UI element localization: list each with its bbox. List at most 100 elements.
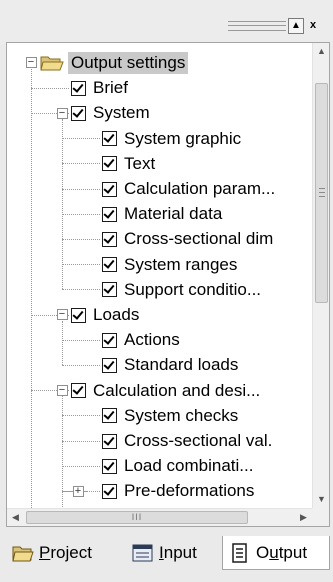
tree-connector-line — [62, 465, 100, 467]
tab-label-accesskey: u — [269, 542, 279, 562]
tree-item-label: System — [93, 103, 150, 123]
tree-item-label: Cross-sectional val. — [124, 431, 273, 450]
tree-item-system-child-checkbox[interactable] — [102, 231, 117, 247]
expand-toggle-icon[interactable]: + — [72, 485, 84, 497]
tree-connector-line — [62, 239, 100, 240]
tree-connector-line — [62, 188, 100, 190]
tree-item-calculation-child[interactable]: Pre-deformations — [102, 478, 257, 504]
tab-label-part: nput — [163, 543, 197, 562]
tree-item-calculation-child-checkbox[interactable] — [102, 483, 117, 499]
tree-item-system-child-checkbox[interactable] — [102, 131, 117, 147]
tree-item-system-child[interactable]: Calculation param... — [102, 176, 278, 202]
tree-item-system-child[interactable]: Material data — [102, 201, 225, 227]
tree-connector-line — [62, 264, 100, 266]
collapse-toggle-icon[interactable]: − — [56, 384, 68, 396]
tree-item-label: Pre-deformations — [124, 481, 255, 501]
tree-item-system-child-checkbox[interactable] — [102, 206, 117, 222]
tree-item-label: Material data — [124, 204, 223, 224]
tree-item-system-child-checkbox[interactable] — [102, 181, 117, 197]
tree-item-calculation-checkbox[interactable] — [71, 383, 86, 399]
tree-connector-line — [62, 491, 63, 508]
tree-item-system-child-checkbox[interactable] — [102, 257, 117, 273]
tree-item-brief-checkbox[interactable] — [71, 80, 86, 96]
navigator-tabs: Project Input Output — [0, 532, 333, 582]
input-form-icon — [132, 543, 154, 563]
vertical-scrollbar[interactable]: ▲ ▼ — [312, 43, 329, 508]
tree-item-label: Loads — [93, 305, 140, 324]
tree-item-label: System checks — [124, 405, 239, 425]
tree-connector-line — [62, 339, 100, 341]
titlebar-grip[interactable] — [228, 21, 286, 31]
tree-item-system-child[interactable]: System ranges — [102, 252, 240, 278]
tree-connector-line — [62, 365, 100, 366]
tree-item-label: System ranges — [124, 254, 238, 274]
horizontal-scrollbar[interactable]: ◀ III ▶ — [7, 508, 312, 526]
tree-item-calculation-child-checkbox[interactable] — [102, 433, 117, 449]
output-tree-panel: Output settings Brief System System graphic… — [6, 42, 330, 527]
tree-item-loads-child[interactable]: Standard loads — [102, 352, 241, 378]
tree-connector-line — [62, 163, 100, 165]
tree-connector-line — [62, 440, 100, 442]
tree-item-loads-child-checkbox[interactable] — [102, 357, 117, 373]
tree-item-loads-checkbox[interactable] — [71, 307, 86, 323]
tab-label-accesskey: P — [39, 543, 51, 562]
scrollbar-corner — [312, 508, 329, 526]
tab-project[interactable]: Project — [6, 536, 126, 570]
tab-label-part: roject — [50, 543, 92, 562]
tree-item-label: Brief — [93, 78, 128, 98]
folder-open-icon — [40, 54, 64, 72]
tree-item-calculation-child-checkbox[interactable] — [102, 408, 117, 424]
tree-connector-line — [62, 396, 63, 491]
tree-item-calculation[interactable]: Calculation and desi... — [71, 378, 263, 404]
tree-item-system-child-checkbox[interactable] — [102, 156, 117, 172]
tab-output[interactable]: Output — [222, 536, 330, 570]
scroll-down-arrow-icon[interactable]: ▼ — [313, 491, 330, 508]
tree-item-label: Text — [124, 153, 156, 173]
tab-label-part: O — [256, 542, 270, 562]
tab-label-part: tput — [278, 542, 308, 562]
navigator-window: ▲ x Output settings Brief System System gra… — [0, 0, 333, 582]
tree-item-loads[interactable]: Loads — [71, 302, 142, 328]
tree-connector-line — [62, 289, 100, 291]
tree-item-system[interactable]: System — [71, 100, 153, 126]
tree-item-system-child[interactable]: Text — [102, 151, 158, 177]
tree-item-calculation-child-checkbox[interactable] — [102, 458, 117, 474]
tree-connector-line — [62, 213, 100, 215]
tree-item-label: Actions — [124, 330, 180, 350]
folder-open-icon — [12, 543, 34, 563]
tab-label: Project — [39, 543, 92, 563]
tree-item-label: Calculation and desi... — [93, 380, 261, 400]
tree-item-loads-child[interactable]: Actions — [102, 327, 183, 353]
tree-connector-line — [31, 87, 69, 89]
tab-label: Input — [159, 543, 197, 563]
tree-item-system-child-checkbox[interactable] — [102, 282, 117, 298]
tree-item-label: Calculation param... — [124, 179, 276, 198]
tree-connector-line — [31, 68, 32, 508]
tree-item-system-checkbox[interactable] — [71, 105, 86, 121]
collapse-toggle-icon[interactable]: − — [56, 107, 68, 119]
collapse-toggle-icon[interactable]: − — [25, 57, 37, 69]
scroll-up-button[interactable]: ▲ — [288, 18, 304, 34]
scroll-left-arrow-icon[interactable]: ◀ — [7, 509, 24, 526]
vertical-scroll-thumb[interactable] — [315, 83, 328, 303]
tree-item-calculation-child[interactable]: Load combinati... — [102, 453, 256, 479]
tree-item-system-child[interactable]: Support conditio... — [102, 277, 264, 303]
tree-item-label: Cross-sectional dim — [124, 229, 274, 249]
tree-item-brief[interactable]: Brief — [71, 75, 131, 101]
tab-input[interactable]: Input — [126, 536, 221, 570]
tree-item-calculation-child[interactable]: System checks — [102, 403, 241, 429]
scroll-up-arrow-icon[interactable]: ▲ — [313, 43, 330, 60]
tree-item-calculation-child[interactable]: Cross-sectional val. — [102, 428, 275, 454]
tree-item-loads-child-checkbox[interactable] — [102, 332, 117, 348]
tab-label: Output — [256, 543, 307, 563]
collapse-toggle-icon[interactable]: − — [56, 309, 68, 321]
close-button[interactable]: x — [305, 18, 321, 34]
tree-item-system-child[interactable]: System graphic — [102, 126, 244, 152]
horizontal-scroll-thumb[interactable]: III — [26, 511, 248, 524]
tree-item-label: Load combinati... — [124, 456, 254, 476]
tree-item-output-settings[interactable]: Output settings — [40, 50, 189, 76]
tree-item-system-child[interactable]: Cross-sectional dim — [102, 226, 276, 252]
output-settings-tree: Output settings Brief System System graphic… — [7, 43, 312, 508]
tree-item-label: Standard loads — [124, 355, 239, 375]
scroll-right-arrow-icon[interactable]: ▶ — [295, 509, 312, 526]
